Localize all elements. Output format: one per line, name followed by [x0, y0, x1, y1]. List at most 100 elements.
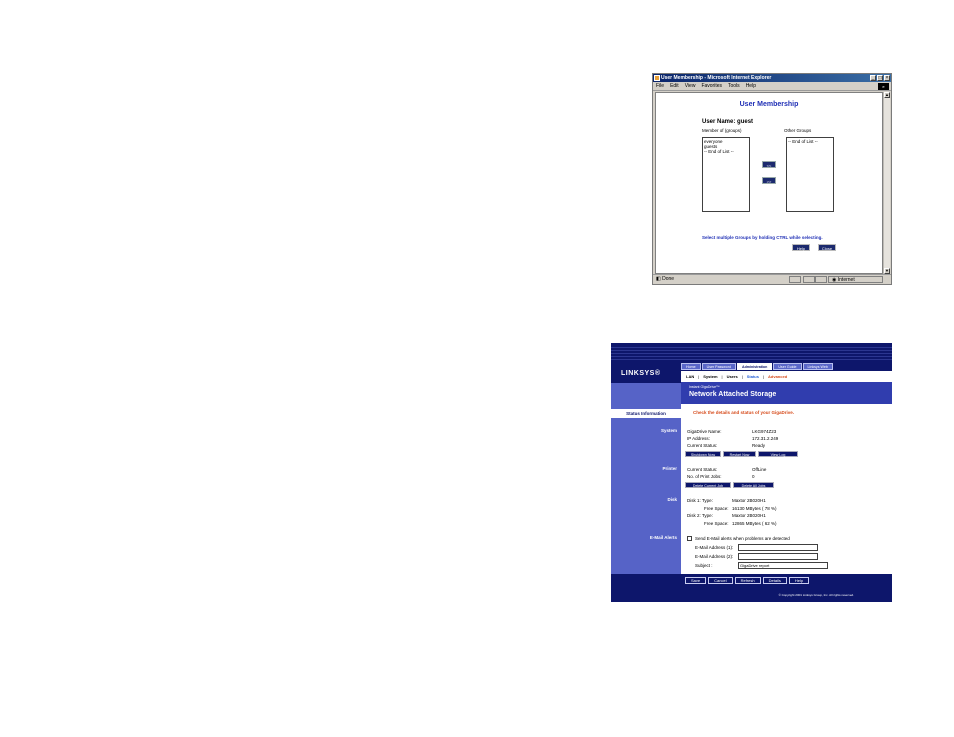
copyright-text: © Copyright 2001 Linksys Group, Inc. All…: [778, 593, 854, 597]
email-alerts-label: E-Mail Alerts: [649, 535, 677, 540]
view-log-button[interactable]: View Log: [758, 451, 798, 457]
ie-title-bar[interactable]: User Membership - Microsoft Internet Exp…: [653, 74, 891, 82]
section-tab: Status Information: [611, 409, 681, 418]
subnav-system[interactable]: System: [703, 374, 717, 379]
tab-user-password[interactable]: User Password: [701, 363, 736, 370]
list-item[interactable]: -- End of List --: [788, 139, 832, 144]
disk2-type-label: Disk 2: Type:: [687, 513, 713, 518]
ie-window-controls: _ □ ×: [870, 75, 890, 81]
ip-address-value: 172.31.2.249: [752, 436, 779, 441]
menu-edit[interactable]: Edit: [670, 82, 679, 90]
ip-address-label: IP Address:: [687, 436, 710, 441]
subnav-separator: |: [721, 374, 723, 379]
menu-tools[interactable]: Tools: [728, 82, 740, 90]
subnav-separator: |: [762, 374, 765, 379]
selection-hint: Select multiple Groups by holding CTRL w…: [702, 235, 823, 240]
subject-label: Subject :: [695, 563, 713, 568]
ie-window: User Membership - Microsoft Internet Exp…: [652, 73, 892, 285]
help-button[interactable]: Help: [792, 244, 810, 251]
printer-label: Printer: [662, 466, 677, 471]
other-groups-label: Other Groups: [784, 128, 812, 133]
refresh-button[interactable]: Refresh: [734, 577, 761, 584]
product-band: Instant GigaDrive™ Network Attached Stor…: [681, 382, 892, 404]
close-icon[interactable]: ×: [884, 75, 890, 81]
list-item[interactable]: -- End of List --: [704, 149, 748, 154]
product-title: Network Attached Storage: [689, 391, 777, 398]
product-subtitle: Instant GigaDrive™: [689, 385, 720, 389]
close-button[interactable]: Close: [818, 244, 836, 251]
main-tabs: Home User Password Administration User G…: [681, 363, 833, 370]
help-button[interactable]: Help: [788, 577, 810, 584]
menu-help[interactable]: Help: [746, 82, 756, 90]
linksys-logo: LINKSYS®: [621, 370, 661, 377]
tab-home[interactable]: Home: [681, 363, 701, 370]
disk2-free-label: Free Space:: [704, 521, 729, 526]
delete-current-job-button[interactable]: Delete Current Job: [685, 482, 731, 488]
sub-navigation: LAN | System | Users | Status | Advanced: [681, 371, 892, 382]
maximize-icon[interactable]: □: [877, 75, 883, 81]
subnav-lan[interactable]: LAN: [686, 374, 694, 379]
ie-throbber-icon: e: [878, 83, 889, 90]
email-address1-label: E-Mail Address (1):: [695, 545, 734, 550]
email-alerts-checkbox-label: Send E-Mail alerts when problems are det…: [695, 536, 790, 541]
ie-title-text: User Membership - Microsoft Internet Exp…: [661, 75, 772, 81]
email-address1-input[interactable]: [738, 544, 818, 551]
ie-menu-bar: File Edit View Favorites Tools Help: [653, 82, 891, 91]
user-name-value: guest: [737, 119, 754, 125]
section-heading: Check the details and status of your Gig…: [693, 410, 795, 415]
menu-favorites[interactable]: Favorites: [701, 82, 722, 90]
user-name-line: User Name: guest: [702, 119, 753, 125]
disk1-free-label: Free Space:: [704, 506, 729, 511]
disk2-free-value: 12865 MBytes ( 62 %): [732, 521, 777, 526]
ie-vertical-scrollbar[interactable]: ▲ ▼: [883, 92, 890, 274]
footer-band: Save Cancel Refresh Details Help © Copyr…: [611, 574, 892, 602]
print-jobs-label: No. of Print Jobs:: [687, 474, 722, 479]
details-button[interactable]: Details: [762, 577, 787, 584]
scroll-up-icon[interactable]: ▲: [884, 92, 890, 98]
shutdown-now-button[interactable]: Shutdown Now: [685, 451, 721, 457]
subnav-status[interactable]: Status: [747, 374, 759, 379]
remove-group-button[interactable]: >>: [762, 177, 776, 184]
disk-label: Disk: [667, 497, 677, 502]
email-address2-label: E-Mail Address (2):: [695, 554, 734, 559]
system-label: System: [660, 428, 677, 433]
email-address2-input[interactable]: [738, 553, 818, 560]
tab-user-guide[interactable]: User Guide: [773, 363, 802, 370]
ie-app-icon: [654, 75, 660, 81]
restart-now-button[interactable]: Restart Now: [723, 451, 756, 457]
delete-all-jobs-button[interactable]: Delete All Jobs: [733, 482, 774, 488]
ie-status-bar: ◧ Done ◉ Internet: [653, 274, 891, 284]
security-zone: ◉ Internet: [828, 276, 883, 283]
gigadrive-name-label: GigaDrive Name:: [687, 429, 722, 434]
subject-input[interactable]: GigaDrive report: [738, 562, 828, 569]
print-jobs-value: 0: [752, 474, 755, 479]
member-of-label: Member of (groups): [702, 128, 742, 133]
system-status-label: Current Status:: [687, 443, 718, 448]
minimize-icon[interactable]: _: [870, 75, 876, 81]
status-segment: [789, 276, 801, 283]
add-group-button[interactable]: <<: [762, 161, 776, 168]
menu-file[interactable]: File: [656, 82, 664, 90]
other-groups-listbox[interactable]: -- End of List --: [786, 137, 834, 212]
status-segment: [803, 276, 815, 283]
disk2-type-value: Maxtor 2B020H1: [732, 513, 766, 518]
tab-administration[interactable]: Administration: [736, 363, 773, 370]
cancel-button[interactable]: Cancel: [708, 577, 733, 584]
save-button[interactable]: Save: [685, 577, 707, 584]
status-text: Done: [662, 276, 675, 282]
email-alerts-checkbox[interactable]: [687, 536, 692, 541]
menu-view[interactable]: View: [685, 82, 696, 90]
gigadrive-name-value: LKG974Z23: [752, 429, 777, 434]
subnav-advanced[interactable]: Advanced: [768, 374, 787, 379]
printer-status-label: Current Status:: [687, 467, 718, 472]
disk1-type-value: Maxtor 2B020H1: [732, 498, 766, 503]
page-title: User Membership: [739, 101, 799, 108]
status-segment: [815, 276, 827, 283]
subnav-separator: |: [698, 374, 700, 379]
member-of-listbox[interactable]: everyone guests -- End of List --: [702, 137, 750, 212]
subnav-users[interactable]: Users: [727, 374, 738, 379]
nas-status-page: LINKSYS® Home User Password Administrati…: [611, 343, 892, 602]
system-status-value: Ready: [752, 443, 766, 448]
tab-linksys-web[interactable]: Linksys Web: [802, 363, 833, 370]
ie-page-viewport: User Membership User Name: guest Member …: [655, 92, 883, 274]
